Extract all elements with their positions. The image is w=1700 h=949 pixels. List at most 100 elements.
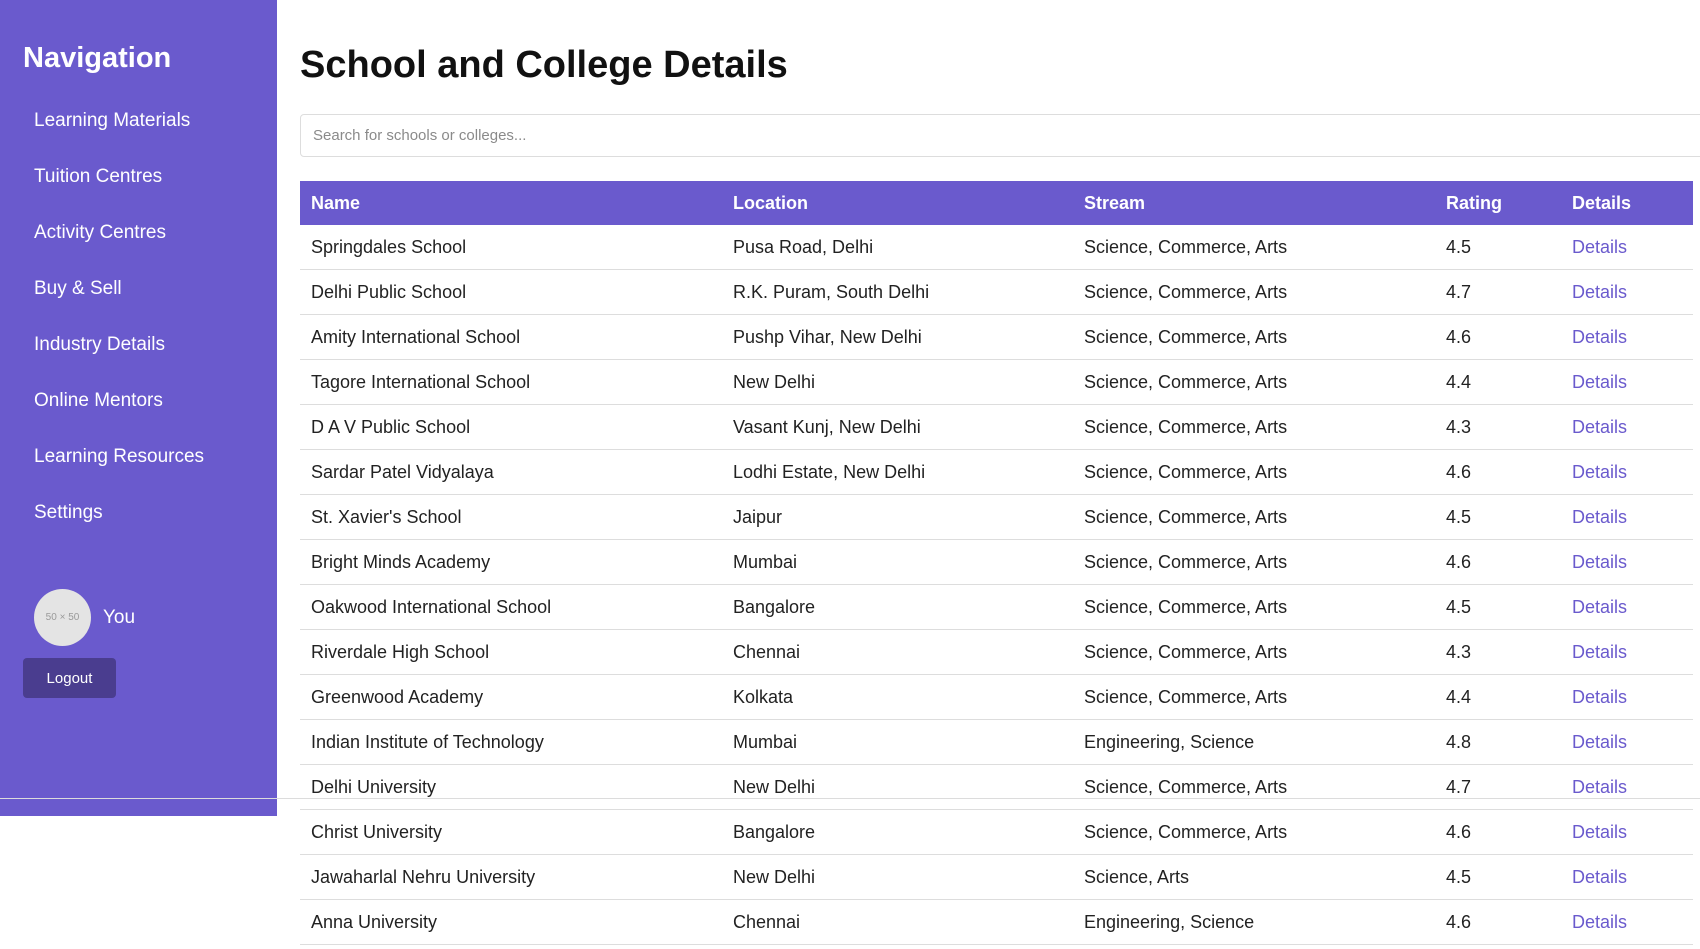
table-row: D A V Public School Vasant Kunj, New Delh… [300,404,1693,450]
stream-cell: Science, Commerce, Arts [1073,674,1435,720]
table-row: Delhi University New Delhi Science, Commer… [300,764,1693,810]
search-input[interactable] [300,114,1700,157]
stream-cell: Science, Arts [1073,854,1435,900]
school-name-cell: Oakwood International School [300,584,722,630]
location-cell: Bangalore [722,584,1073,630]
details-link[interactable]: Details [1572,552,1627,572]
sidebar-item-learning-resources[interactable]: Learning Resources [34,440,204,496]
details-link[interactable]: Details [1572,417,1627,437]
sidebar-item-online-mentors[interactable]: Online Mentors [34,384,204,440]
avatar: 50 × 50 [34,589,91,646]
details-link[interactable]: Details [1572,237,1627,257]
details-cell: Details [1561,584,1693,630]
page-title: School and College Details [300,44,788,86]
column-header-rating: Rating [1435,181,1561,225]
rating-cell: 4.4 [1435,674,1561,720]
column-header-details: Details [1561,181,1693,225]
details-cell: Details [1561,764,1693,810]
school-name-cell: Bright Minds Academy [300,539,722,585]
details-link[interactable]: Details [1572,282,1627,302]
school-name-cell: St. Xavier's School [300,494,722,540]
sidebar-item-learning-materials[interactable]: Learning Materials [34,104,204,160]
stream-cell: Engineering, Science [1073,719,1435,765]
location-cell: New Delhi [722,359,1073,405]
stream-cell: Engineering, Science [1073,899,1435,945]
location-cell: New Delhi [722,854,1073,900]
location-cell: Mumbai [722,719,1073,765]
details-cell: Details [1561,899,1693,945]
details-cell: Details [1561,539,1693,585]
table-row: Springdales School Pusa Road, Delhi Scienc… [300,225,1693,270]
stream-cell: Science, Commerce, Arts [1073,314,1435,360]
school-name-cell: Jawaharlal Nehru University [300,854,722,900]
details-link[interactable]: Details [1572,327,1627,347]
rating-cell: 4.6 [1435,449,1561,495]
rating-cell: 4.6 [1435,809,1561,855]
table-row: Tagore International School New Delhi Scie… [300,359,1693,405]
rating-cell: 4.4 [1435,359,1561,405]
details-link[interactable]: Details [1572,372,1627,392]
rating-cell: 4.3 [1435,404,1561,450]
details-link[interactable]: Details [1572,912,1627,932]
table-row: Bright Minds Academy Mumbai Science, Comme… [300,539,1693,585]
details-link[interactable]: Details [1572,642,1627,662]
details-link[interactable]: Details [1572,867,1627,887]
stream-cell: Science, Commerce, Arts [1073,764,1435,810]
location-cell: Jaipur [722,494,1073,540]
school-name-cell: Delhi University [300,764,722,810]
rating-cell: 4.5 [1435,225,1561,270]
sidebar: Navigation Learning Materials Tuition Ce… [0,0,277,816]
sidebar-item-tuition-centres[interactable]: Tuition Centres [34,160,204,216]
sidebar-item-buy-sell[interactable]: Buy & Sell [34,272,204,328]
school-name-cell: Anna University [300,899,722,945]
stream-cell: Science, Commerce, Arts [1073,449,1435,495]
table-row: Anna University Chennai Engineering, Scien… [300,899,1693,945]
details-link[interactable]: Details [1572,777,1627,797]
details-link[interactable]: Details [1572,507,1627,527]
rating-cell: 4.8 [1435,719,1561,765]
details-link[interactable]: Details [1572,687,1627,707]
details-link[interactable]: Details [1572,462,1627,482]
table-row: Amity International School Pushp Vihar, N… [300,314,1693,360]
location-cell: R.K. Puram, South Delhi [722,269,1073,315]
school-name-cell: Tagore International School [300,359,722,405]
school-name-cell: D A V Public School [300,404,722,450]
rating-cell: 4.7 [1435,269,1561,315]
table-row: Riverdale High School Chennai Science, Com… [300,629,1693,675]
details-cell: Details [1561,404,1693,450]
school-name-cell: Greenwood Academy [300,674,722,720]
location-cell: Bangalore [722,809,1073,855]
details-link[interactable]: Details [1572,732,1627,752]
stream-cell: Science, Commerce, Arts [1073,225,1435,270]
details-link[interactable]: Details [1572,597,1627,617]
school-name-cell: Riverdale High School [300,629,722,675]
column-header-stream: Stream [1073,181,1435,225]
rating-cell: 4.6 [1435,539,1561,585]
location-cell: Pusa Road, Delhi [722,225,1073,270]
school-name-cell: Christ University [300,809,722,855]
table-header-row: Name Location Stream Rating Details [300,181,1693,225]
logout-button[interactable]: Logout [23,658,116,698]
schools-table: Name Location Stream Rating Details Spri… [300,181,1693,945]
column-header-location: Location [722,181,1073,225]
column-header-name: Name [300,181,722,225]
sidebar-item-settings[interactable]: Settings [34,496,204,552]
stream-cell: Science, Commerce, Arts [1073,539,1435,585]
sidebar-item-activity-centres[interactable]: Activity Centres [34,216,204,272]
profile-name: You [103,606,136,628]
rating-cell: 4.6 [1435,899,1561,945]
table-body: Springdales School Pusa Road, Delhi Scienc… [300,225,1693,945]
table-row: Greenwood Academy Kolkata Science, Commerc… [300,674,1693,720]
details-cell: Details [1561,269,1693,315]
stream-cell: Science, Commerce, Arts [1073,629,1435,675]
location-cell: Chennai [722,899,1073,945]
location-cell: Lodhi Estate, New Delhi [722,449,1073,495]
sidebar-item-industry-details[interactable]: Industry Details [34,328,204,384]
table-row: Oakwood International School Bangalore Sci… [300,584,1693,630]
details-link[interactable]: Details [1572,822,1627,842]
location-cell: Chennai [722,629,1073,675]
details-cell: Details [1561,494,1693,540]
rating-cell: 4.5 [1435,494,1561,540]
school-name-cell: Delhi Public School [300,269,722,315]
rating-cell: 4.6 [1435,314,1561,360]
